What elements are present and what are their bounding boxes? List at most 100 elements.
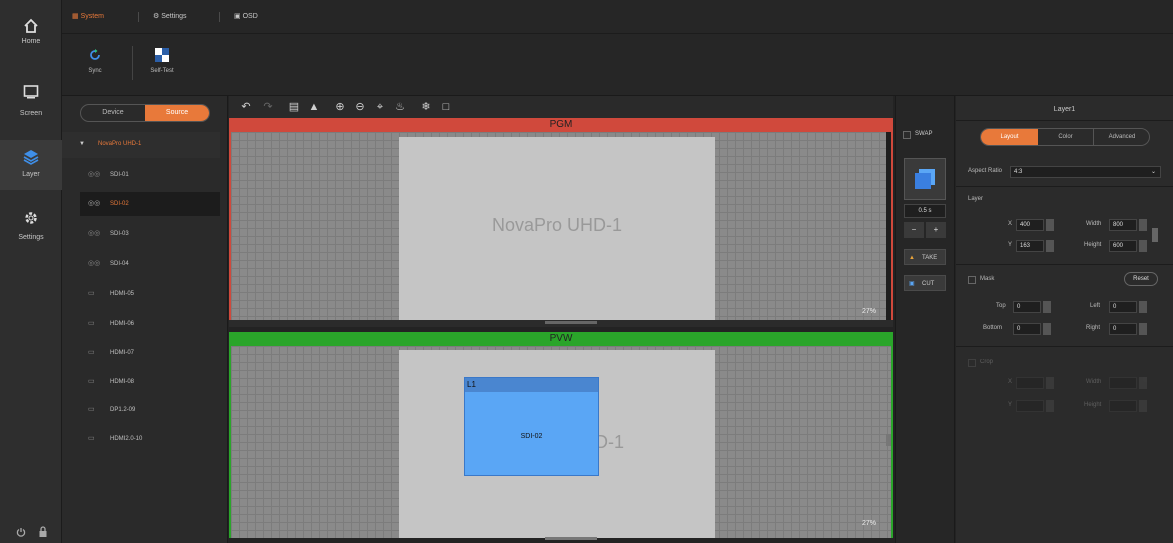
tab-system[interactable]: ▦ System bbox=[72, 10, 104, 24]
align-icon[interactable]: ▲ bbox=[307, 99, 321, 115]
source-item-hdmi-08[interactable]: ▭ HDMI-08 bbox=[80, 370, 220, 394]
sync-icon bbox=[90, 49, 100, 60]
lock-icon[interactable] bbox=[38, 526, 48, 538]
checker-icon bbox=[155, 48, 169, 62]
swap-label: SWAP bbox=[915, 131, 933, 137]
y-field[interactable]: 163 bbox=[1016, 240, 1044, 252]
nav-screen-label: Screen bbox=[19, 110, 43, 117]
crop-x-field[interactable] bbox=[1016, 377, 1044, 389]
crop-checkbox[interactable] bbox=[968, 359, 976, 367]
sdi-icon: ◎◎ bbox=[88, 260, 101, 267]
reset-button[interactable]: Reset bbox=[1124, 272, 1158, 286]
x-field[interactable]: 400 bbox=[1016, 219, 1044, 231]
source-item-hdmi-07[interactable]: ▭ HDMI-07 bbox=[80, 341, 220, 365]
transition-effect-button[interactable] bbox=[904, 158, 946, 200]
crop-y-spinner[interactable] bbox=[1046, 400, 1054, 412]
tab-osd[interactable]: ▣ OSD bbox=[234, 10, 258, 24]
top-field[interactable]: 0 bbox=[1013, 301, 1041, 313]
width-field[interactable]: 800 bbox=[1109, 219, 1137, 231]
transition-time-field[interactable]: 0.5 s bbox=[904, 204, 946, 218]
tab-settings[interactable]: ⚙ Settings bbox=[153, 10, 187, 24]
time-minus-button[interactable]: − bbox=[904, 222, 924, 238]
take-button[interactable]: ▲ TAKE bbox=[904, 249, 946, 265]
hdmi-icon: ▭ bbox=[88, 349, 95, 356]
tab-device[interactable]: Device bbox=[81, 105, 145, 121]
pvw-scroll-thumb[interactable] bbox=[545, 537, 597, 540]
crop-height-spinner[interactable] bbox=[1139, 400, 1147, 412]
bottom-label: Bottom bbox=[983, 325, 1003, 331]
x-spinner[interactable] bbox=[1046, 219, 1054, 231]
aspect-ratio-select[interactable]: 4:3 ⌄ bbox=[1010, 166, 1161, 178]
fit-icon[interactable]: ⌖ bbox=[373, 99, 387, 115]
source-item-hdmi-06[interactable]: ▭ HDMI-06 bbox=[80, 312, 220, 336]
tab-source[interactable]: Source bbox=[145, 105, 209, 121]
hdmi-icon: ▭ bbox=[88, 320, 95, 327]
freeze-icon[interactable]: ❄ bbox=[419, 99, 433, 115]
source-item-sdi-01[interactable]: ◎◎ SDI-01 bbox=[80, 163, 220, 187]
device-tree-node[interactable]: ▼ NovaPro UHD-1 bbox=[62, 132, 220, 158]
tab-advanced[interactable]: Advanced bbox=[1094, 129, 1149, 145]
pgm-hscroll[interactable] bbox=[229, 320, 893, 327]
crop-height-field[interactable] bbox=[1109, 400, 1137, 412]
left-field[interactable]: 0 bbox=[1109, 301, 1137, 313]
source-item-sdi-04[interactable]: ◎◎ SDI-04 bbox=[80, 252, 220, 276]
nav-settings[interactable]: Settings bbox=[0, 202, 62, 262]
right-spinner[interactable] bbox=[1139, 323, 1147, 335]
undo-icon[interactable]: ↶ bbox=[239, 99, 253, 115]
cut-label: CUT bbox=[922, 281, 935, 287]
crop-y-field[interactable] bbox=[1016, 400, 1044, 412]
zoom-out-icon[interactable]: ⊖ bbox=[353, 99, 367, 115]
swap-control[interactable]: SWAP bbox=[903, 128, 951, 142]
save-icon[interactable]: ▤ bbox=[287, 99, 301, 115]
bottom-spinner[interactable] bbox=[1043, 323, 1051, 335]
self-test-button[interactable]: Self-Test bbox=[142, 44, 182, 84]
source-item-dp-09[interactable]: ▭ DP1.2-09 bbox=[80, 398, 220, 422]
redo-icon[interactable]: ↷ bbox=[261, 99, 275, 115]
right-field[interactable]: 0 bbox=[1109, 323, 1137, 335]
source-label: HDMI2.0-10 bbox=[110, 436, 143, 442]
snapshot-icon[interactable]: ♨ bbox=[393, 99, 407, 115]
power-icon[interactable] bbox=[16, 527, 26, 537]
source-item-hdmi-05[interactable]: ▭ HDMI-05 bbox=[80, 282, 220, 306]
layer-l1[interactable]: L1 SDI-02 bbox=[464, 377, 599, 476]
scroll-thumb[interactable] bbox=[545, 321, 597, 324]
blackout-icon[interactable]: □ bbox=[439, 99, 453, 115]
crop-width-field[interactable] bbox=[1109, 377, 1137, 389]
zoom-in-icon[interactable]: ⊕ bbox=[333, 99, 347, 115]
height-field[interactable]: 600 bbox=[1109, 240, 1137, 252]
source-label: HDMI-05 bbox=[110, 291, 135, 297]
cut-button[interactable]: ▣ CUT bbox=[904, 275, 946, 291]
sync-button[interactable]: Sync bbox=[80, 44, 110, 84]
pgm-scrollbar[interactable] bbox=[886, 132, 891, 320]
osd-icon: ▣ bbox=[234, 13, 241, 20]
crop-width-spinner[interactable] bbox=[1139, 377, 1147, 389]
tab-layout[interactable]: Layout bbox=[981, 129, 1038, 145]
source-item-sdi-03[interactable]: ◎◎ SDI-03 bbox=[80, 222, 220, 246]
nav-layer[interactable]: Layer bbox=[0, 140, 62, 190]
canvas-toolbar: ↶ ↷ ▤ ▲ ⊕ ⊖ ⌖ ♨ ❄ □ bbox=[229, 96, 893, 118]
pvw-scrollbar[interactable] bbox=[886, 434, 891, 446]
time-plus-button[interactable]: + bbox=[926, 222, 946, 238]
props-title: Layer1 bbox=[1053, 106, 1076, 113]
pvw-zoom: 27% bbox=[862, 520, 877, 527]
lock-ratio-icon[interactable] bbox=[1152, 228, 1158, 242]
tab-color[interactable]: Color bbox=[1038, 129, 1094, 145]
nav-home[interactable]: Home bbox=[0, 8, 62, 68]
swap-checkbox[interactable] bbox=[903, 131, 911, 139]
nav-screen[interactable]: Screen bbox=[0, 76, 62, 136]
width-spinner[interactable] bbox=[1139, 219, 1147, 231]
left-spinner[interactable] bbox=[1139, 301, 1147, 313]
source-item-sdi-02[interactable]: ◎◎ SDI-02 bbox=[80, 192, 220, 216]
mask-checkbox[interactable] bbox=[968, 276, 976, 284]
bottom-field[interactable]: 0 bbox=[1013, 323, 1041, 335]
source-label: HDMI-06 bbox=[110, 321, 135, 327]
source-item-hdmi-10[interactable]: ▭ HDMI2.0-10 bbox=[80, 427, 220, 451]
self-test-label: Self-Test bbox=[150, 68, 174, 74]
y-spinner[interactable] bbox=[1046, 240, 1054, 252]
left-label: Left bbox=[1090, 303, 1101, 309]
crop-x-spinner[interactable] bbox=[1046, 377, 1054, 389]
take-label: TAKE bbox=[922, 255, 938, 261]
height-spinner[interactable] bbox=[1139, 240, 1147, 252]
layer-icon bbox=[23, 150, 39, 165]
top-spinner[interactable] bbox=[1043, 301, 1051, 313]
